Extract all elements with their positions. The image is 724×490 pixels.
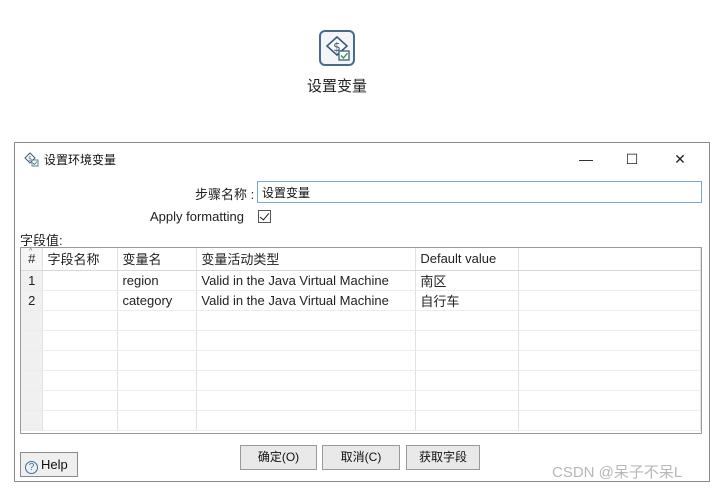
variable-name-cell[interactable] [117,310,198,331]
variable-scope-cell[interactable] [196,330,417,351]
row-index[interactable] [21,410,44,431]
default-value-cell[interactable] [415,370,520,391]
fields-table[interactable]: ^ # 字段名称 变量名 变量活动类型 Default value 1 regio… [20,247,702,434]
field-name-cell[interactable] [42,390,119,411]
filler-cell [518,410,701,431]
default-value-cell[interactable] [415,310,520,331]
field-name-cell[interactable] [42,270,119,291]
default-value-cell[interactable] [415,410,520,431]
table-row[interactable] [21,410,701,431]
filler-cell [518,330,701,351]
default-value-cell[interactable] [415,390,520,411]
variable-name-cell[interactable]: category [117,290,198,311]
table-row[interactable] [21,390,701,411]
maximize-button[interactable]: ☐ [612,147,652,171]
filler-cell [518,310,701,331]
default-value-cell[interactable] [415,350,520,371]
row-index[interactable] [21,310,44,331]
variable-scope-cell[interactable]: Valid in the Java Virtual Machine [196,290,417,311]
table-row[interactable] [21,330,701,351]
step-title: 设置变量 [306,78,367,95]
variable-name-cell[interactable] [117,410,198,431]
help-icon: ? [25,461,38,474]
help-button[interactable]: ? Help [20,452,78,477]
ok-button[interactable]: 确定(O) [240,445,317,470]
header-default-value[interactable]: Default value [415,248,520,271]
help-label: Help [41,457,68,472]
sort-caret-icon: ^ [29,248,33,255]
dialog-title: 设置环境变量 [44,153,117,167]
row-index[interactable]: 2 [21,290,44,311]
field-name-cell[interactable] [42,310,119,331]
table-row[interactable]: 1 region Valid in the Java Virtual Machine… [21,270,701,291]
variable-name-cell[interactable] [117,390,198,411]
field-name-cell[interactable] [42,350,119,371]
variable-name-cell[interactable]: region [117,270,198,291]
field-name-cell[interactable] [42,330,119,351]
variable-name-cell[interactable] [117,330,198,351]
filler-cell [518,370,701,391]
row-index[interactable] [21,390,44,411]
page: $ 设置变量 $ 设置环境变量 — ☐ ✕ 步骤名称 : Apply forma… [0,0,724,490]
filler-cell [518,390,701,411]
table-row[interactable] [21,370,701,391]
filler-cell [518,290,701,311]
variable-scope-cell[interactable] [196,350,417,371]
row-index[interactable] [21,370,44,391]
step-name-input[interactable] [257,181,702,203]
set-env-variable-dialog: $ 设置环境变量 — ☐ ✕ 步骤名称 : Apply formatting 字… [14,142,710,482]
apply-formatting-label: Apply formatting [150,209,244,224]
header-filler [518,248,701,271]
row-index[interactable]: 1 [21,270,44,291]
filler-cell [518,270,701,291]
row-index[interactable] [21,330,44,351]
svg-text:$: $ [28,156,32,163]
variable-scope-cell[interactable] [196,310,417,331]
field-name-cell[interactable] [42,370,119,391]
watermark: CSDN @呆子不呆L [552,464,683,481]
apply-formatting-checkbox[interactable] [258,210,271,223]
table-row[interactable] [21,350,701,371]
variable-name-cell[interactable] [117,350,198,371]
field-name-cell[interactable] [42,410,119,431]
header-index[interactable]: ^ # [21,248,44,271]
set-variable-icon: $ [23,151,39,172]
cancel-button[interactable]: 取消(C) [322,445,400,470]
variable-scope-cell[interactable] [196,410,417,431]
header-field-name[interactable]: 字段名称 [42,248,119,271]
default-value-cell[interactable]: 自行车 [415,290,520,311]
table-row[interactable] [21,310,701,331]
header-variable-name[interactable]: 变量名 [117,248,198,271]
table-row[interactable]: 2 category Valid in the Java Virtual Machi… [21,290,701,311]
header-variable-scope[interactable]: 变量活动类型 [196,248,417,271]
variable-scope-cell[interactable]: Valid in the Java Virtual Machine [196,270,417,291]
close-button[interactable]: ✕ [660,147,700,171]
field-name-cell[interactable] [42,290,119,311]
minimize-button[interactable]: — [566,147,606,171]
default-value-cell[interactable] [415,330,520,351]
table-header-row: ^ # 字段名称 变量名 变量活动类型 Default value [21,248,701,271]
row-index[interactable] [21,350,44,371]
get-fields-button[interactable]: 获取字段 [406,445,480,470]
variable-scope-cell[interactable] [196,390,417,411]
variable-scope-cell[interactable] [196,370,417,391]
dialog-titlebar[interactable]: $ 设置环境变量 — ☐ ✕ [15,143,709,175]
variable-name-cell[interactable] [117,370,198,391]
default-value-cell[interactable]: 南区 [415,270,520,291]
step-name-label: 步骤名称 : [195,187,255,202]
filler-cell [518,350,701,371]
set-variable-icon[interactable]: $ [319,30,355,66]
